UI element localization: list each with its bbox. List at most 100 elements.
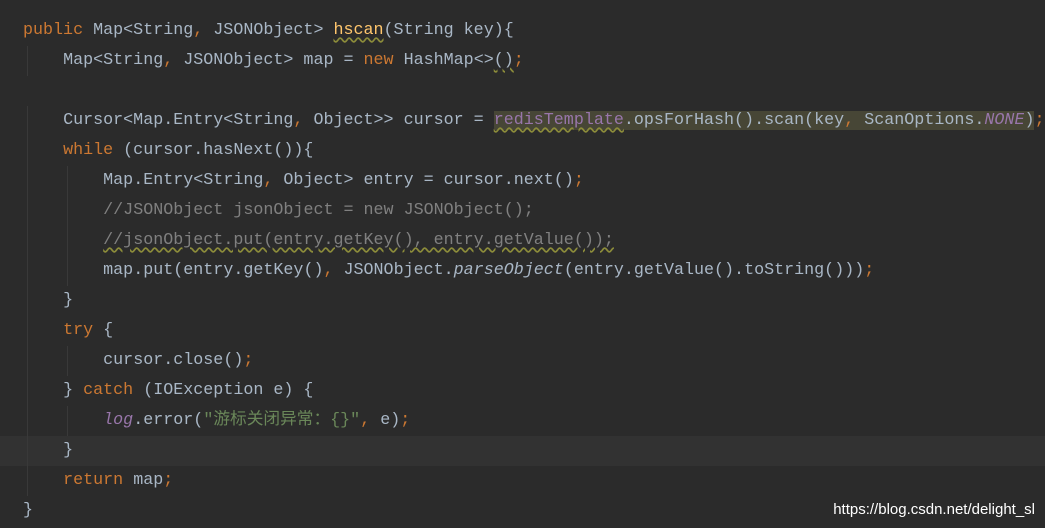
code-line[interactable]: public Map<String, JSONObject> hscan(Str… xyxy=(0,16,1045,46)
indent-guide xyxy=(27,256,28,286)
code-token: () xyxy=(493,51,514,70)
code-text: map.put(entry.getKey(), JSONObject.parse… xyxy=(103,256,874,286)
code-line[interactable]: Map<String, JSONObject> map = new HashMa… xyxy=(0,46,1045,76)
code-token: JSONObject> xyxy=(213,21,334,40)
code-token: (IOException e) { xyxy=(143,381,314,400)
code-line[interactable]: cursor.close(); xyxy=(0,346,1045,376)
code-token: map.put(entry.getKey() xyxy=(103,261,324,280)
code-token: } xyxy=(23,501,34,520)
code-token: } xyxy=(63,381,84,400)
code-token: , xyxy=(844,111,865,130)
code-token: (entry.getValue().toString())) xyxy=(563,261,865,280)
code-text: Cursor<Map.Entry<String, Object>> cursor… xyxy=(63,106,1045,136)
code-line[interactable]: try { xyxy=(0,316,1045,346)
code-token: log xyxy=(103,411,134,430)
code-text: //JSONObject jsonObject = new JSONObject… xyxy=(103,196,534,226)
code-token: , xyxy=(163,51,184,70)
code-token: ; xyxy=(163,471,174,490)
indent-guide xyxy=(67,166,69,196)
code-line[interactable]: Map.Entry<String, Object> entry = cursor… xyxy=(0,166,1045,196)
code-token: , xyxy=(263,171,284,190)
code-token: redisTemplate xyxy=(493,111,624,130)
code-token: JSONObject. xyxy=(343,261,454,280)
code-token: ; xyxy=(400,411,411,430)
indent-guide xyxy=(27,136,28,166)
indent-guide xyxy=(27,346,28,376)
code-token: Map<String xyxy=(63,51,164,70)
code-token: (cursor.hasNext()){ xyxy=(123,141,314,160)
code-token: public xyxy=(23,21,94,40)
code-token: parseObject xyxy=(453,261,564,280)
indent-guide xyxy=(27,166,28,196)
code-text: } xyxy=(63,436,73,466)
indent-guide xyxy=(27,376,28,406)
code-text: Map<String, JSONObject> map = new HashMa… xyxy=(63,46,524,76)
code-line[interactable]: //jsonObject.put(entry.getKey(), entry.g… xyxy=(0,226,1045,256)
code-token: .opsForHash().scan(key xyxy=(623,111,845,130)
code-token: return xyxy=(63,471,134,490)
code-token: hscan xyxy=(333,21,384,40)
code-text: return map; xyxy=(63,466,173,496)
code-line[interactable]: while (cursor.hasNext()){ xyxy=(0,136,1045,166)
code-token: , xyxy=(323,261,344,280)
code-text: } catch (IOException e) { xyxy=(63,376,313,406)
code-token: } xyxy=(63,291,74,310)
code-token: "游标关闭异常：{}" xyxy=(203,411,361,430)
indent-guide xyxy=(27,466,28,496)
code-token: try xyxy=(63,321,104,340)
code-text: public Map<String, JSONObject> hscan(Str… xyxy=(23,16,514,46)
indent-guide xyxy=(27,316,28,346)
code-line[interactable] xyxy=(0,76,1045,106)
code-token: Map.Entry<String xyxy=(103,171,264,190)
code-token: Object> entry = cursor.next() xyxy=(283,171,574,190)
code-token: NONE xyxy=(984,111,1025,130)
watermark: https://blog.csdn.net/delight_sl xyxy=(833,501,1035,518)
indent-guide xyxy=(67,406,69,436)
code-line[interactable]: log.error("游标关闭异常：{}", e); xyxy=(0,406,1045,436)
code-text: } xyxy=(23,496,33,526)
code-line[interactable]: Cursor<Map.Entry<String, Object>> cursor… xyxy=(0,106,1045,136)
code-text: log.error("游标关闭异常：{}", e); xyxy=(103,406,410,436)
code-token: ) xyxy=(1024,111,1035,130)
indent-guide xyxy=(27,46,28,76)
code-editor[interactable]: public Map<String, JSONObject> hscan(Str… xyxy=(0,16,1045,526)
code-token: ; xyxy=(1034,111,1045,130)
code-line[interactable]: } xyxy=(0,436,1045,466)
code-token: HashMap<> xyxy=(403,51,494,70)
code-token: while xyxy=(63,141,124,160)
code-token: Map<String xyxy=(93,21,194,40)
indent-guide xyxy=(27,226,28,256)
code-token: ScanOptions. xyxy=(864,111,985,130)
code-token: Object>> cursor = xyxy=(313,111,494,130)
code-token: (String key){ xyxy=(383,21,514,40)
code-token: e) xyxy=(380,411,401,430)
indent-guide xyxy=(67,256,69,286)
code-token: map xyxy=(133,471,164,490)
code-text: } xyxy=(63,286,73,316)
code-text: while (cursor.hasNext()){ xyxy=(63,136,313,166)
indent-guide xyxy=(67,196,69,226)
code-line[interactable]: //JSONObject jsonObject = new JSONObject… xyxy=(0,196,1045,226)
code-line[interactable]: map.put(entry.getKey(), JSONObject.parse… xyxy=(0,256,1045,286)
code-text: Map.Entry<String, Object> entry = cursor… xyxy=(103,166,584,196)
code-token: , xyxy=(293,111,314,130)
code-token: //jsonObject.put(entry.getKey(), entry.g… xyxy=(103,231,614,250)
code-text: try { xyxy=(63,316,113,346)
code-token: { xyxy=(103,321,114,340)
code-token: ; xyxy=(864,261,875,280)
code-token: //JSONObject jsonObject = new JSONObject… xyxy=(103,201,534,220)
code-token: ; xyxy=(243,351,254,370)
code-token: , xyxy=(360,411,381,430)
indent-guide xyxy=(27,286,28,316)
code-line[interactable]: } catch (IOException e) { xyxy=(0,376,1045,406)
code-token: , xyxy=(193,21,214,40)
indent-guide xyxy=(27,436,28,466)
code-text: //jsonObject.put(entry.getKey(), entry.g… xyxy=(103,226,614,256)
indent-guide xyxy=(27,196,28,226)
code-token: ; xyxy=(513,51,524,70)
indent-guide xyxy=(27,106,28,136)
code-token: .error( xyxy=(133,411,204,430)
code-line[interactable]: } xyxy=(0,286,1045,316)
code-line[interactable]: return map; xyxy=(0,466,1045,496)
code-token: new xyxy=(363,51,404,70)
